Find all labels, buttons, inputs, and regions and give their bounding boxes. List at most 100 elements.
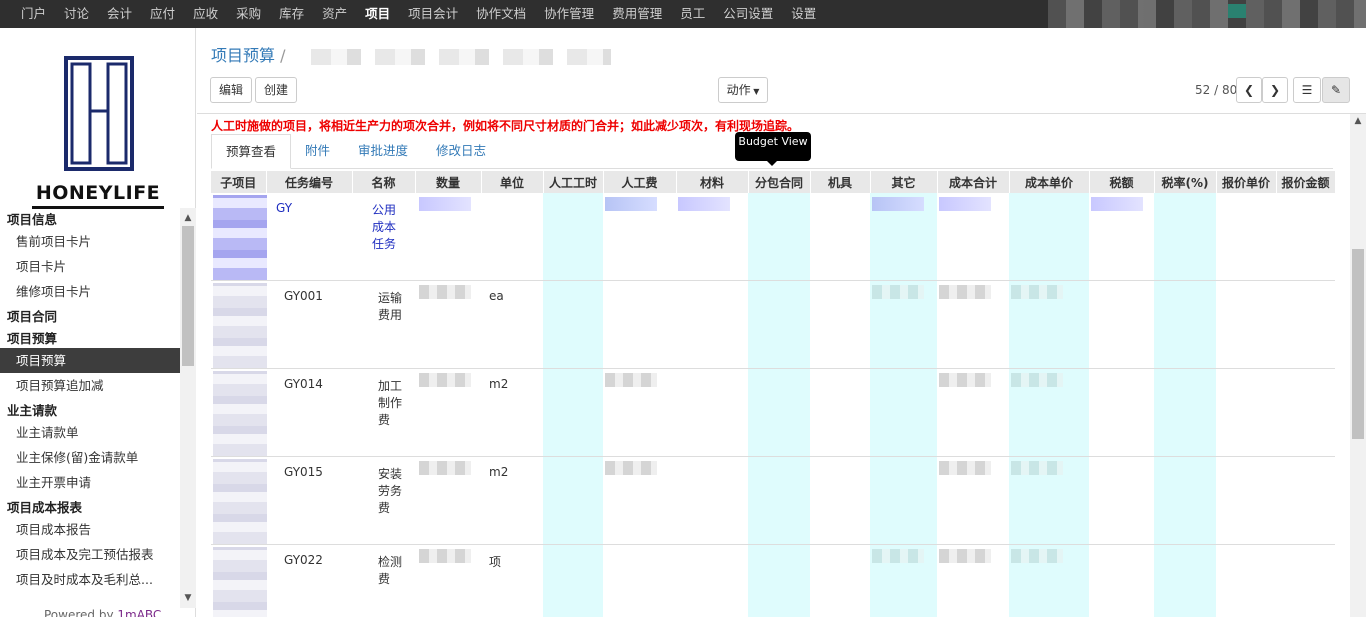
table-cell <box>1009 368 1089 457</box>
column-header[interactable]: 单位 <box>481 171 544 193</box>
table-cell <box>810 368 870 457</box>
redacted-value <box>419 461 471 475</box>
sidebar-item[interactable]: 项目预算追加减 <box>0 373 180 398</box>
column-header[interactable]: 人工费 <box>603 171 677 193</box>
table-cell <box>1009 280 1089 369</box>
sidebar-item[interactable]: 项目成本报告 <box>0 517 180 542</box>
table-cell <box>937 193 1009 281</box>
table-cell <box>1089 368 1154 457</box>
list-view-button[interactable]: ☰ <box>1293 77 1321 103</box>
table-cell <box>1276 544 1335 617</box>
topnav-item[interactable]: 门户 <box>12 0 55 28</box>
column-header[interactable]: 分包合同 <box>748 171 811 193</box>
tab-item[interactable]: 修改日志 <box>422 134 500 169</box>
tab-item[interactable]: 审批进度 <box>344 134 422 169</box>
column-header[interactable]: 机具 <box>810 171 871 193</box>
sidebar-scrollbar[interactable]: ▲ ▼ <box>180 208 196 608</box>
table-row[interactable]: GY014 加工制作费 m2 <box>211 368 1335 457</box>
topnav-item[interactable]: 项目会计 <box>399 0 467 28</box>
topnav-item[interactable]: 应收 <box>184 0 227 28</box>
column-header[interactable]: 材料 <box>676 171 749 193</box>
table-cell <box>937 368 1009 457</box>
form-view-button[interactable]: ✎ <box>1322 77 1350 103</box>
table-cell <box>676 193 748 281</box>
sidebar-item[interactable]: 业主请款单 <box>0 420 180 445</box>
table-cell <box>1216 280 1276 369</box>
sidebar-item[interactable]: 售前项目卡片 <box>0 229 180 254</box>
sidebar-item[interactable]: 项目成本及完工预估报表 <box>0 542 180 567</box>
column-header[interactable]: 成本单价 <box>1009 171 1090 193</box>
unit: ea <box>481 280 543 369</box>
topnav-item[interactable]: 协作管理 <box>535 0 603 28</box>
topnav-item[interactable]: 协作文档 <box>467 0 535 28</box>
action-dropdown[interactable]: 动作 ▼ <box>718 77 768 103</box>
scroll-up-icon[interactable]: ▲ <box>1350 116 1366 126</box>
scroll-thumb[interactable] <box>1352 249 1364 439</box>
topnav-item[interactable]: 库存 <box>270 0 313 28</box>
column-header[interactable]: 税率(%) <box>1154 171 1217 193</box>
topnav-item[interactable]: 费用管理 <box>603 0 671 28</box>
column-header[interactable]: 名称 <box>352 171 416 193</box>
column-header[interactable]: 报价金额 <box>1276 171 1335 193</box>
tab-item[interactable]: 预算查看 <box>211 134 292 169</box>
topnav-item[interactable]: 公司设置 <box>714 0 782 28</box>
topnav-item[interactable]: 项目 <box>356 0 399 28</box>
column-header[interactable]: 任务编号 <box>266 171 353 193</box>
scroll-thumb[interactable] <box>182 226 194 366</box>
sidebar-item[interactable]: 项目预算 <box>0 348 180 373</box>
topnav-item[interactable]: 员工 <box>671 0 714 28</box>
redacted-value <box>605 197 657 211</box>
table-cell <box>676 544 748 617</box>
topnav-item[interactable]: 设置 <box>782 0 825 28</box>
pager-next-button[interactable]: ❯ <box>1262 77 1288 103</box>
breadcrumb-root[interactable]: 项目预算 <box>211 46 275 65</box>
task-code: GY001 <box>266 280 352 369</box>
column-header[interactable]: 税额 <box>1089 171 1155 193</box>
redacted-value <box>419 285 471 299</box>
main-content: 项目预算 / 编辑 创建 动作 ▼ 52 / 80 ❮ ❯ ☰ ✎ 人工时施做的… <box>197 28 1366 617</box>
table-cell <box>676 368 748 457</box>
sidebar-item[interactable]: 业主保修(留)金请款单 <box>0 445 180 470</box>
edit-button[interactable]: 编辑 <box>210 77 252 103</box>
scroll-up-icon[interactable]: ▲ <box>180 210 196 226</box>
table-cell <box>543 456 603 545</box>
topnav-item[interactable]: 讨论 <box>55 0 98 28</box>
create-button[interactable]: 创建 <box>255 77 297 103</box>
sidebar-item[interactable]: 项目及时成本及毛利总... <box>0 567 180 592</box>
table-cell <box>1154 193 1216 281</box>
pager-prev-button[interactable]: ❮ <box>1236 77 1262 103</box>
column-header[interactable]: 成本合计 <box>937 171 1010 193</box>
budget-table-wrapper: 子项目 任务编号 名称 数量 单位 人工工时 人工费 材料 分包合同 机具 其它 成本合计 成本单价 税额… <box>211 171 1335 617</box>
column-header[interactable]: 人工工时 <box>543 171 604 193</box>
redacted-value <box>419 373 471 387</box>
topnav-item[interactable]: 会计 <box>98 0 141 28</box>
sidebar-item[interactable]: 项目卡片 <box>0 254 180 279</box>
table-cell <box>1216 368 1276 457</box>
redacted-value <box>939 461 991 475</box>
topnav-item[interactable]: 应付 <box>141 0 184 28</box>
column-header[interactable]: 报价单价 <box>1216 171 1277 193</box>
table-row[interactable]: GY001 运输费用 ea <box>211 280 1335 369</box>
scroll-down-icon[interactable]: ▼ <box>180 590 196 606</box>
column-header[interactable]: 其它 <box>870 171 938 193</box>
table-cell <box>603 280 676 369</box>
topnav-item[interactable]: 资产 <box>313 0 356 28</box>
table-cell <box>1154 544 1216 617</box>
sidebar-item[interactable]: 维修项目卡片 <box>0 279 180 304</box>
table-cell <box>1276 280 1335 369</box>
main-scrollbar[interactable]: ▲ <box>1350 114 1366 617</box>
sidebar-item[interactable]: 业主开票申请 <box>0 470 180 495</box>
table-cell <box>870 193 937 281</box>
table-cell <box>415 193 481 281</box>
topnav-item[interactable]: 采购 <box>227 0 270 28</box>
redacted-value <box>939 373 991 387</box>
table-row[interactable]: GY015 安装劳务费 m2 <box>211 456 1335 545</box>
powered-brand[interactable]: 1mABC <box>117 608 161 617</box>
column-header[interactable]: 数量 <box>415 171 482 193</box>
table-row[interactable]: GY022 检测费 项 <box>211 544 1335 617</box>
table-row[interactable]: GY 公用成本任务 <box>211 193 1335 281</box>
column-header[interactable]: 子项目 <box>211 171 267 193</box>
table-cell <box>1216 544 1276 617</box>
tab-item[interactable]: 附件 <box>291 134 344 169</box>
table-cell <box>603 544 676 617</box>
